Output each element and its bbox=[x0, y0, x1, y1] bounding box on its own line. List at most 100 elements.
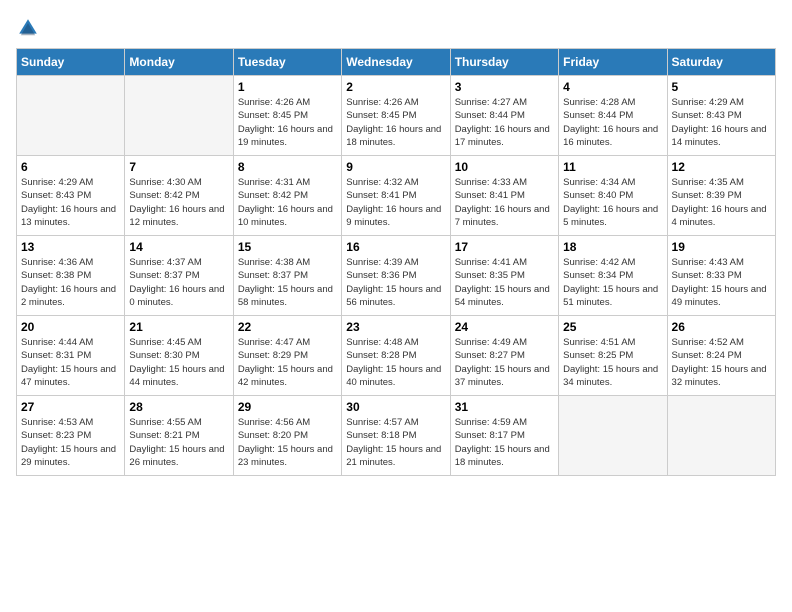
calendar-day-header: Monday bbox=[125, 49, 233, 76]
calendar-cell: 28 Sunrise: 4:55 AM Sunset: 8:21 PM Dayli… bbox=[125, 396, 233, 476]
day-number: 26 bbox=[672, 320, 771, 334]
calendar-cell: 14 Sunrise: 4:37 AM Sunset: 8:37 PM Dayli… bbox=[125, 236, 233, 316]
calendar-cell: 20 Sunrise: 4:44 AM Sunset: 8:31 PM Dayli… bbox=[17, 316, 125, 396]
day-number: 12 bbox=[672, 160, 771, 174]
day-info: Sunrise: 4:27 AM Sunset: 8:44 PM Dayligh… bbox=[455, 96, 554, 149]
day-info: Sunrise: 4:31 AM Sunset: 8:42 PM Dayligh… bbox=[238, 176, 337, 229]
day-info: Sunrise: 4:28 AM Sunset: 8:44 PM Dayligh… bbox=[563, 96, 662, 149]
day-info: Sunrise: 4:29 AM Sunset: 8:43 PM Dayligh… bbox=[21, 176, 120, 229]
day-info: Sunrise: 4:30 AM Sunset: 8:42 PM Dayligh… bbox=[129, 176, 228, 229]
day-number: 30 bbox=[346, 400, 445, 414]
calendar-cell: 8 Sunrise: 4:31 AM Sunset: 8:42 PM Daylig… bbox=[233, 156, 341, 236]
calendar-cell bbox=[17, 76, 125, 156]
day-info: Sunrise: 4:47 AM Sunset: 8:29 PM Dayligh… bbox=[238, 336, 337, 389]
day-number: 14 bbox=[129, 240, 228, 254]
day-info: Sunrise: 4:43 AM Sunset: 8:33 PM Dayligh… bbox=[672, 256, 771, 309]
calendar-cell: 1Sunrise: 4:26 AM Sunset: 8:45 PM Daylig… bbox=[233, 76, 341, 156]
day-number: 4 bbox=[563, 80, 662, 94]
day-info: Sunrise: 4:37 AM Sunset: 8:37 PM Dayligh… bbox=[129, 256, 228, 309]
day-number: 21 bbox=[129, 320, 228, 334]
day-info: Sunrise: 4:51 AM Sunset: 8:25 PM Dayligh… bbox=[563, 336, 662, 389]
day-info: Sunrise: 4:29 AM Sunset: 8:43 PM Dayligh… bbox=[672, 96, 771, 149]
calendar-cell: 31Sunrise: 4:59 AM Sunset: 8:17 PM Dayli… bbox=[450, 396, 558, 476]
calendar-cell: 22 Sunrise: 4:47 AM Sunset: 8:29 PM Dayli… bbox=[233, 316, 341, 396]
day-info: Sunrise: 4:35 AM Sunset: 8:39 PM Dayligh… bbox=[672, 176, 771, 229]
day-number: 11 bbox=[563, 160, 662, 174]
day-number: 17 bbox=[455, 240, 554, 254]
day-info: Sunrise: 4:38 AM Sunset: 8:37 PM Dayligh… bbox=[238, 256, 337, 309]
day-info: Sunrise: 4:45 AM Sunset: 8:30 PM Dayligh… bbox=[129, 336, 228, 389]
day-number: 20 bbox=[21, 320, 120, 334]
day-number: 2 bbox=[346, 80, 445, 94]
calendar-table: SundayMondayTuesdayWednesdayThursdayFrid… bbox=[16, 48, 776, 476]
day-number: 27 bbox=[21, 400, 120, 414]
calendar-cell: 10 Sunrise: 4:33 AM Sunset: 8:41 PM Dayli… bbox=[450, 156, 558, 236]
calendar-cell: 24Sunrise: 4:49 AM Sunset: 8:27 PM Dayli… bbox=[450, 316, 558, 396]
day-info: Sunrise: 4:41 AM Sunset: 8:35 PM Dayligh… bbox=[455, 256, 554, 309]
calendar-cell: 17 Sunrise: 4:41 AM Sunset: 8:35 PM Dayli… bbox=[450, 236, 558, 316]
calendar-cell: 19 Sunrise: 4:43 AM Sunset: 8:33 PM Dayli… bbox=[667, 236, 775, 316]
day-info: Sunrise: 4:56 AM Sunset: 8:20 PM Dayligh… bbox=[238, 416, 337, 469]
calendar-day-header: Thursday bbox=[450, 49, 558, 76]
day-info: Sunrise: 4:32 AM Sunset: 8:41 PM Dayligh… bbox=[346, 176, 445, 229]
calendar-cell: 9Sunrise: 4:32 AM Sunset: 8:41 PM Daylig… bbox=[342, 156, 450, 236]
day-info: Sunrise: 4:44 AM Sunset: 8:31 PM Dayligh… bbox=[21, 336, 120, 389]
day-info: Sunrise: 4:57 AM Sunset: 8:18 PM Dayligh… bbox=[346, 416, 445, 469]
day-number: 29 bbox=[238, 400, 337, 414]
day-number: 3 bbox=[455, 80, 554, 94]
day-info: Sunrise: 4:34 AM Sunset: 8:40 PM Dayligh… bbox=[563, 176, 662, 229]
day-info: Sunrise: 4:49 AM Sunset: 8:27 PM Dayligh… bbox=[455, 336, 554, 389]
calendar-cell: 29 Sunrise: 4:56 AM Sunset: 8:20 PM Dayli… bbox=[233, 396, 341, 476]
calendar-cell bbox=[559, 396, 667, 476]
day-number: 31 bbox=[455, 400, 554, 414]
day-number: 1 bbox=[238, 80, 337, 94]
day-number: 7 bbox=[129, 160, 228, 174]
calendar-cell: 25 Sunrise: 4:51 AM Sunset: 8:25 PM Dayli… bbox=[559, 316, 667, 396]
day-number: 22 bbox=[238, 320, 337, 334]
calendar-cell: 7 Sunrise: 4:30 AM Sunset: 8:42 PM Daylig… bbox=[125, 156, 233, 236]
calendar-cell: 6 Sunrise: 4:29 AM Sunset: 8:43 PM Daylig… bbox=[17, 156, 125, 236]
day-number: 10 bbox=[455, 160, 554, 174]
calendar-cell: 5 Sunrise: 4:29 AM Sunset: 8:43 PM Daylig… bbox=[667, 76, 775, 156]
calendar-cell: 26Sunrise: 4:52 AM Sunset: 8:24 PM Dayli… bbox=[667, 316, 775, 396]
logo-icon bbox=[16, 16, 40, 40]
calendar-cell: 11 Sunrise: 4:34 AM Sunset: 8:40 PM Dayli… bbox=[559, 156, 667, 236]
day-number: 25 bbox=[563, 320, 662, 334]
day-info: Sunrise: 4:55 AM Sunset: 8:21 PM Dayligh… bbox=[129, 416, 228, 469]
day-number: 28 bbox=[129, 400, 228, 414]
day-number: 18 bbox=[563, 240, 662, 254]
calendar-cell: 27 Sunrise: 4:53 AM Sunset: 8:23 PM Dayli… bbox=[17, 396, 125, 476]
page-header bbox=[16, 16, 776, 40]
calendar-day-header: Friday bbox=[559, 49, 667, 76]
calendar-cell: 16Sunrise: 4:39 AM Sunset: 8:36 PM Dayli… bbox=[342, 236, 450, 316]
day-info: Sunrise: 4:36 AM Sunset: 8:38 PM Dayligh… bbox=[21, 256, 120, 309]
calendar-cell: 2 Sunrise: 4:26 AM Sunset: 8:45 PM Daylig… bbox=[342, 76, 450, 156]
calendar-cell bbox=[125, 76, 233, 156]
day-info: Sunrise: 4:26 AM Sunset: 8:45 PM Dayligh… bbox=[346, 96, 445, 149]
calendar-day-header: Saturday bbox=[667, 49, 775, 76]
calendar-cell: 13 Sunrise: 4:36 AM Sunset: 8:38 PM Dayli… bbox=[17, 236, 125, 316]
calendar-cell: 18 Sunrise: 4:42 AM Sunset: 8:34 PM Dayli… bbox=[559, 236, 667, 316]
calendar-day-header: Wednesday bbox=[342, 49, 450, 76]
calendar-day-header: Tuesday bbox=[233, 49, 341, 76]
day-number: 8 bbox=[238, 160, 337, 174]
calendar-cell: 23Sunrise: 4:48 AM Sunset: 8:28 PM Dayli… bbox=[342, 316, 450, 396]
calendar-cell: 3 Sunrise: 4:27 AM Sunset: 8:44 PM Daylig… bbox=[450, 76, 558, 156]
calendar-cell: 21 Sunrise: 4:45 AM Sunset: 8:30 PM Dayli… bbox=[125, 316, 233, 396]
calendar-cell: 12 Sunrise: 4:35 AM Sunset: 8:39 PM Dayli… bbox=[667, 156, 775, 236]
day-number: 13 bbox=[21, 240, 120, 254]
logo bbox=[16, 16, 44, 40]
day-info: Sunrise: 4:48 AM Sunset: 8:28 PM Dayligh… bbox=[346, 336, 445, 389]
day-info: Sunrise: 4:53 AM Sunset: 8:23 PM Dayligh… bbox=[21, 416, 120, 469]
calendar-cell bbox=[667, 396, 775, 476]
day-number: 6 bbox=[21, 160, 120, 174]
day-number: 16 bbox=[346, 240, 445, 254]
calendar-day-header: Sunday bbox=[17, 49, 125, 76]
day-info: Sunrise: 4:42 AM Sunset: 8:34 PM Dayligh… bbox=[563, 256, 662, 309]
day-number: 5 bbox=[672, 80, 771, 94]
calendar-cell: 4 Sunrise: 4:28 AM Sunset: 8:44 PM Daylig… bbox=[559, 76, 667, 156]
day-number: 19 bbox=[672, 240, 771, 254]
day-number: 15 bbox=[238, 240, 337, 254]
calendar-cell: 30 Sunrise: 4:57 AM Sunset: 8:18 PM Dayli… bbox=[342, 396, 450, 476]
day-info: Sunrise: 4:33 AM Sunset: 8:41 PM Dayligh… bbox=[455, 176, 554, 229]
